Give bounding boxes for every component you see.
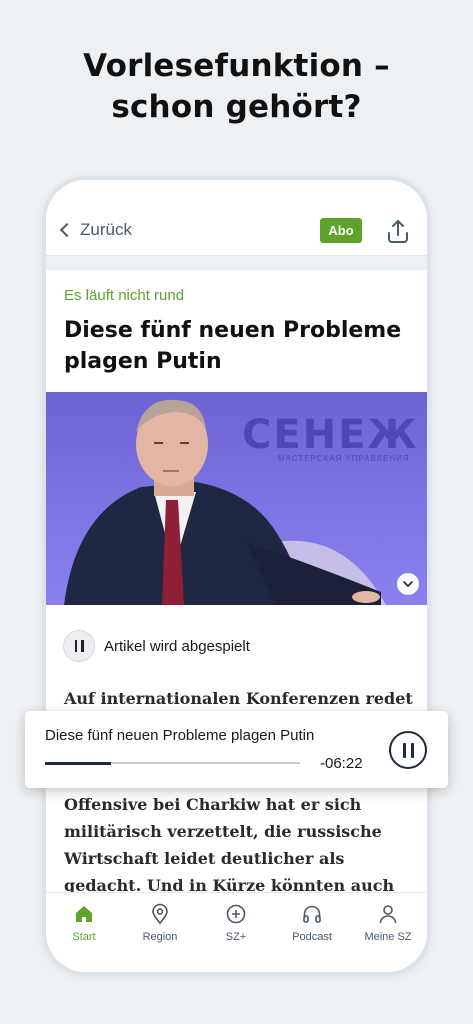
tab-sz-plus[interactable]: SZ+ — [198, 903, 274, 943]
audio-mini-player[interactable]: Diese fünf neuen Probleme plagen Putin -… — [25, 711, 448, 788]
promo-headline-line2: schon gehört? — [111, 89, 362, 125]
headphones-icon — [303, 905, 321, 923]
tab-label: SZ+ — [225, 931, 247, 943]
back-label: Zurück — [80, 220, 132, 239]
promo-headline-line1: Vorlesefunktion – — [83, 48, 390, 84]
tab-meine-sz[interactable]: Meine SZ — [350, 903, 426, 943]
location-pin-icon — [152, 903, 168, 925]
tab-region[interactable]: Region — [122, 903, 198, 943]
article-audio-row: Artikel wird abgespielt — [63, 630, 250, 662]
pause-bar-right — [410, 742, 414, 758]
person-portrait — [64, 399, 386, 605]
plus-circle-icon — [226, 904, 246, 924]
article-title: Diese fünf neuen Probleme plagen Putin — [64, 318, 402, 374]
promo-headline: Vorlesefunktion – schon gehört? — [0, 46, 473, 128]
player-title: Diese fünf neuen Probleme plagen Putin — [45, 727, 315, 744]
bottom-tab-bar: Start Region SZ+ Podcast Meine SZ — [46, 892, 427, 972]
player-progress-fill — [45, 761, 112, 765]
pause-button[interactable] — [63, 630, 95, 662]
article-hero-image[interactable]: СЕНЕЖ МАСТЕРСКАЯ УПРАВЛЕНИЯ — [46, 392, 427, 605]
top-bar: Zurück Abo — [46, 180, 427, 256]
article-kicker: Es läuft nicht rund — [64, 287, 185, 304]
chevron-left-icon — [59, 222, 75, 238]
chevron-down-icon — [403, 581, 413, 587]
pause-bar-right — [81, 640, 84, 652]
pause-bar-left — [402, 742, 406, 758]
tab-label: Region — [142, 931, 178, 943]
player-pause-button[interactable] — [389, 731, 427, 769]
player-progress-track[interactable] — [45, 761, 300, 765]
tab-label: Podcast — [292, 931, 332, 943]
abo-button[interactable]: Abo — [320, 218, 362, 243]
tab-start[interactable]: Start — [46, 903, 122, 943]
tab-label: Start — [72, 931, 96, 943]
home-icon — [76, 906, 92, 922]
phone-frame: Zurück Abo Es läuft nicht rund Diese fün… — [42, 176, 431, 976]
player-remaining-time: -06:22 — [320, 755, 363, 772]
back-button[interactable]: Zurück — [59, 220, 132, 240]
playing-status-label: Artikel wird abgespielt — [104, 637, 250, 655]
tab-podcast[interactable]: Podcast — [274, 903, 350, 943]
pause-bar-left — [74, 640, 77, 652]
image-expand-button[interactable] — [397, 573, 419, 595]
section-gap — [46, 256, 427, 270]
share-icon[interactable] — [384, 218, 412, 246]
person-icon — [379, 905, 397, 924]
tab-label: Meine SZ — [364, 931, 412, 943]
